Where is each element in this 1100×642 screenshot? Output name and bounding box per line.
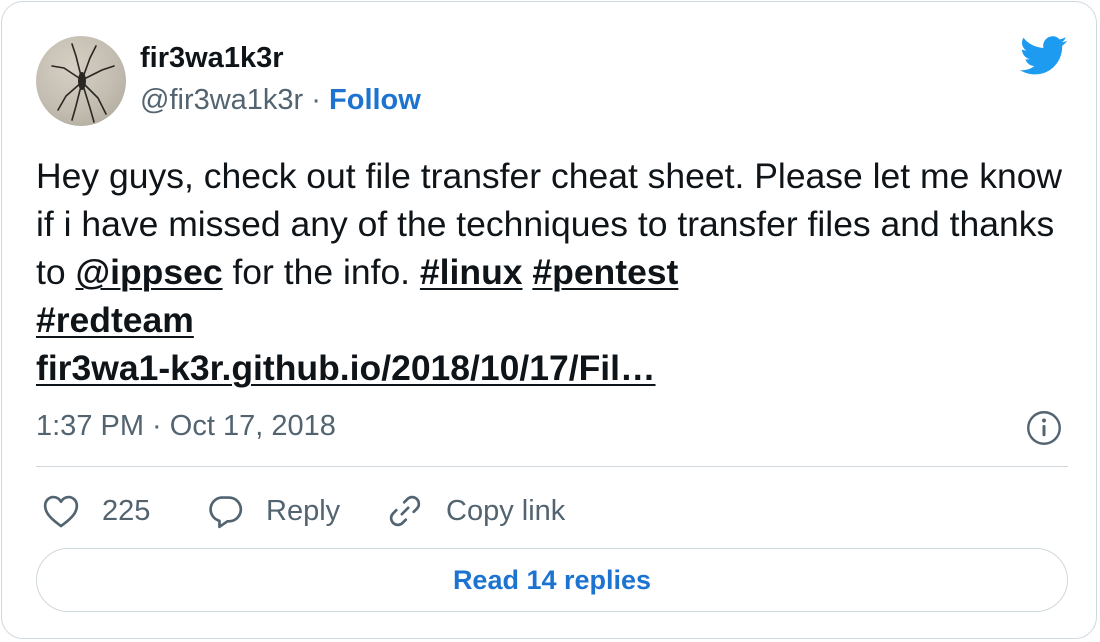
external-link[interactable]: fir3wa1-k3r.github.io/2018/10/17/Fil…: [36, 348, 656, 388]
author-display-name[interactable]: fir3wa1k3r: [140, 42, 284, 75]
reply-button[interactable]: Reply: [206, 490, 340, 532]
reply-label: Reply: [266, 494, 341, 527]
tweet-text: Hey guys, check out file transfer cheat …: [36, 152, 1066, 392]
follow-button[interactable]: Follow: [329, 84, 421, 116]
copy-link-button[interactable]: Copy link: [386, 490, 565, 532]
hashtag-link[interactable]: #redteam: [36, 300, 194, 340]
author-handle[interactable]: @fir3wa1k3r: [140, 84, 303, 116]
read-replies-button[interactable]: Read 14 replies: [36, 548, 1068, 612]
hashtag-link[interactable]: #linux: [420, 252, 523, 292]
tweet-text-part2: for the info.: [222, 252, 420, 292]
info-icon[interactable]: [1026, 410, 1062, 446]
speech-bubble-icon: [209, 496, 243, 529]
divider: [36, 466, 1068, 467]
tweet-card: fir3wa1k3r @fir3wa1k3r · Follow Hey guys…: [1, 1, 1097, 639]
heart-icon: [43, 495, 79, 528]
mention-link[interactable]: @ippsec: [75, 252, 222, 292]
spider-avatar-image: [51, 43, 115, 123]
twitter-bird-icon[interactable]: [1020, 36, 1068, 76]
avatar[interactable]: [36, 36, 126, 126]
hashtag-link[interactable]: #pentest: [532, 252, 678, 292]
separator-dot: ·: [311, 84, 321, 116]
link-icon: [389, 495, 421, 527]
like-count: 225: [102, 494, 151, 527]
copy-link-label: Copy link: [446, 494, 566, 527]
tweet-timestamp[interactable]: 1:37 PM · Oct 17, 2018: [36, 410, 336, 443]
like-button[interactable]: 225: [42, 490, 150, 532]
author-handle-row: @fir3wa1k3r · Follow: [140, 84, 421, 117]
